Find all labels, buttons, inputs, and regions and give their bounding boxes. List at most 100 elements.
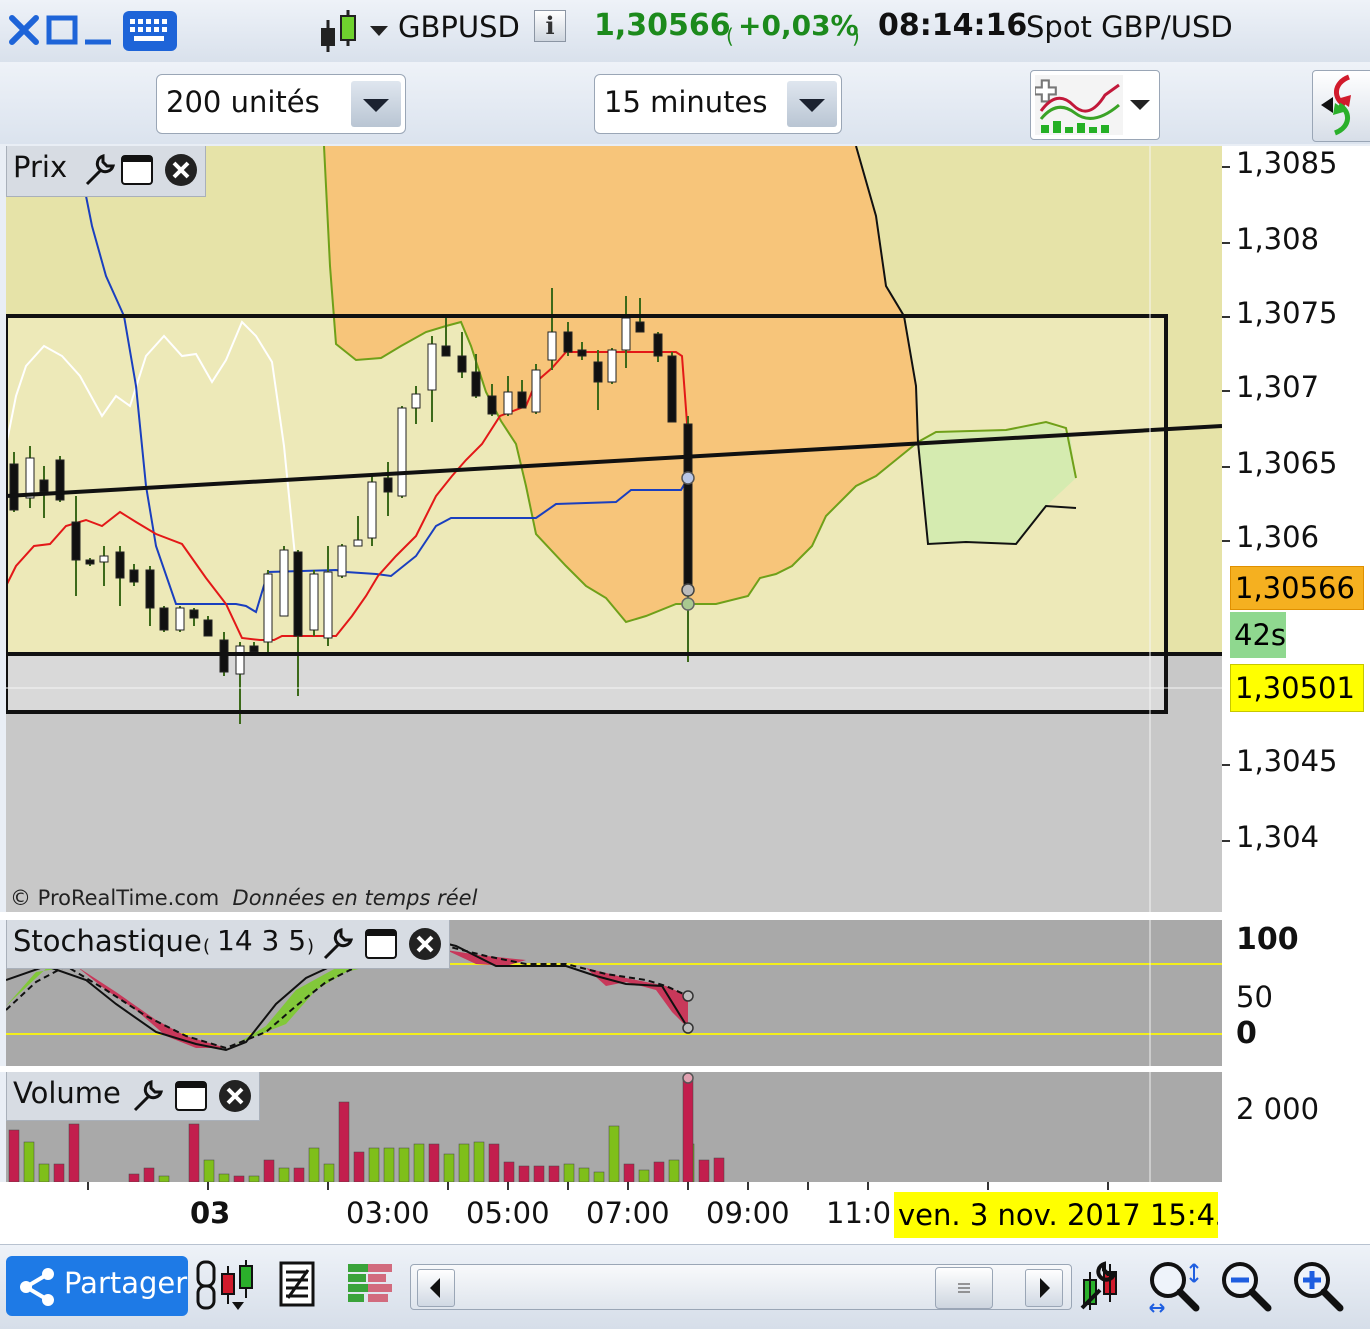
stoch-tick-50: 50 [1236,980,1273,1014]
candle-bull [353,539,363,547]
change-close-paren: ) [852,24,860,48]
info-icon[interactable]: i [534,10,566,42]
candle-bull [323,571,333,639]
price-tick: 1,306 [1236,520,1320,554]
price-tick-mark [1222,840,1230,842]
crosshair-date-tag: ven. 3 nov. 2017 15:45 [894,1192,1218,1238]
volume-bar [398,1147,410,1182]
zoom-out-icon[interactable] [1218,1258,1272,1314]
span-marker [681,597,695,611]
candle-bear [471,371,481,397]
buy-sell-arrows-icon [1321,74,1351,136]
keyboard-icon[interactable] [122,10,178,52]
chevron-down-icon[interactable] [1127,97,1153,113]
scroll-left-button[interactable] [417,1269,455,1307]
scroll-thumb[interactable] [935,1267,993,1309]
chevron-down-icon[interactable] [787,81,837,127]
candle-bull [397,407,407,497]
candle-bear [653,333,663,357]
volume-bar [638,1169,650,1182]
window-icon[interactable] [119,152,155,188]
volume-bar [428,1143,440,1182]
candle-bull [367,481,377,539]
price-tick-mark [1222,316,1230,318]
volume-bar [308,1147,320,1182]
close-panel-icon[interactable] [217,1078,253,1114]
wrench-icon[interactable] [129,1078,165,1114]
volume-axis[interactable] [1222,1072,1370,1182]
candle-bull [25,457,35,499]
candle-bear [667,355,677,423]
volume-bar [413,1143,425,1182]
close-window-icon[interactable] [4,10,44,50]
params-open-paren: ( [203,936,211,957]
instrument-description: Spot GBP/USD [1026,10,1233,44]
close-panel-icon[interactable] [163,152,199,188]
crosshair-price-tag: 1,30501 [1230,664,1364,712]
wrench-icon[interactable] [81,152,117,188]
volume-bar [563,1163,575,1182]
minimize-window-icon[interactable] [78,10,118,50]
wrench-icon[interactable] [319,926,355,962]
drawing-list-icon[interactable] [278,1260,318,1308]
candle-bear [145,569,155,609]
chevron-down-icon[interactable] [351,81,401,127]
candle-bear [249,645,259,653]
candle-bull [411,393,421,409]
window-icon[interactable] [173,1078,209,1114]
chart-settings-icon[interactable] [1078,1258,1126,1312]
candle-bear [577,349,587,357]
volume-bar [128,1173,140,1182]
volume-bar [218,1173,230,1182]
units-select[interactable]: 200 unités [156,74,406,134]
candle-bear [457,355,467,373]
close-panel-icon[interactable] [407,926,443,962]
volume-bar [608,1125,620,1182]
candle-bear [85,559,95,565]
candle-bear [39,479,49,493]
add-indicator-button[interactable] [1030,70,1160,140]
stochastic-title: Stochastique [13,924,202,958]
share-icon [20,1268,54,1306]
scroll-right-button[interactable] [1025,1269,1063,1307]
candlestick-chart-icon[interactable] [316,8,362,54]
instrument-symbol[interactable]: GBPUSD [398,10,520,44]
instrument-dropdown-icon[interactable] [368,24,390,38]
stoch-tick-100: 100 [1236,922,1299,957]
zoom-in-icon[interactable] [1290,1258,1344,1314]
volume-bar [188,1123,200,1182]
price-tick: 1,3045 [1236,744,1338,778]
stochastic-d-marker [682,990,694,1002]
window-icon[interactable] [363,926,399,962]
volume-bar [368,1147,380,1182]
volume-bar [8,1129,20,1182]
price-chart[interactable] [6,146,1222,912]
interval-select[interactable]: 15 minutes [594,74,842,134]
volume-bar [488,1143,500,1182]
volume-bar [578,1167,590,1182]
stochastic-k-marker [682,1022,694,1034]
candle-bear [593,361,603,383]
chart-type-icon[interactable] [194,1258,260,1314]
price-tick: 1,304 [1236,820,1320,854]
volume-bar [353,1151,365,1182]
price-tick: 1,307 [1236,370,1320,404]
candle-bear [441,345,451,357]
zoom-fit-icon[interactable] [1146,1258,1202,1314]
volume-bar [682,1077,694,1182]
price-tick: 1,3075 [1236,296,1338,330]
trade-panel-toggle[interactable] [1312,70,1370,142]
price-tick-mark [1222,466,1230,468]
share-button[interactable]: Partager [6,1256,188,1316]
watermark-brand: © ProRealTime.com [10,886,220,910]
candle-bear [563,331,573,353]
clock-time: 08:14:16 [878,8,1028,43]
volume-bar [143,1167,155,1182]
chart-scrollbar[interactable] [410,1264,1072,1310]
grip-icon [958,1283,970,1293]
chevron-right-icon [1040,1278,1050,1298]
price-tick-mark [1222,242,1230,244]
order-book-icon[interactable] [346,1260,394,1308]
volume-bar [203,1159,215,1182]
maximize-window-icon[interactable] [42,10,82,50]
